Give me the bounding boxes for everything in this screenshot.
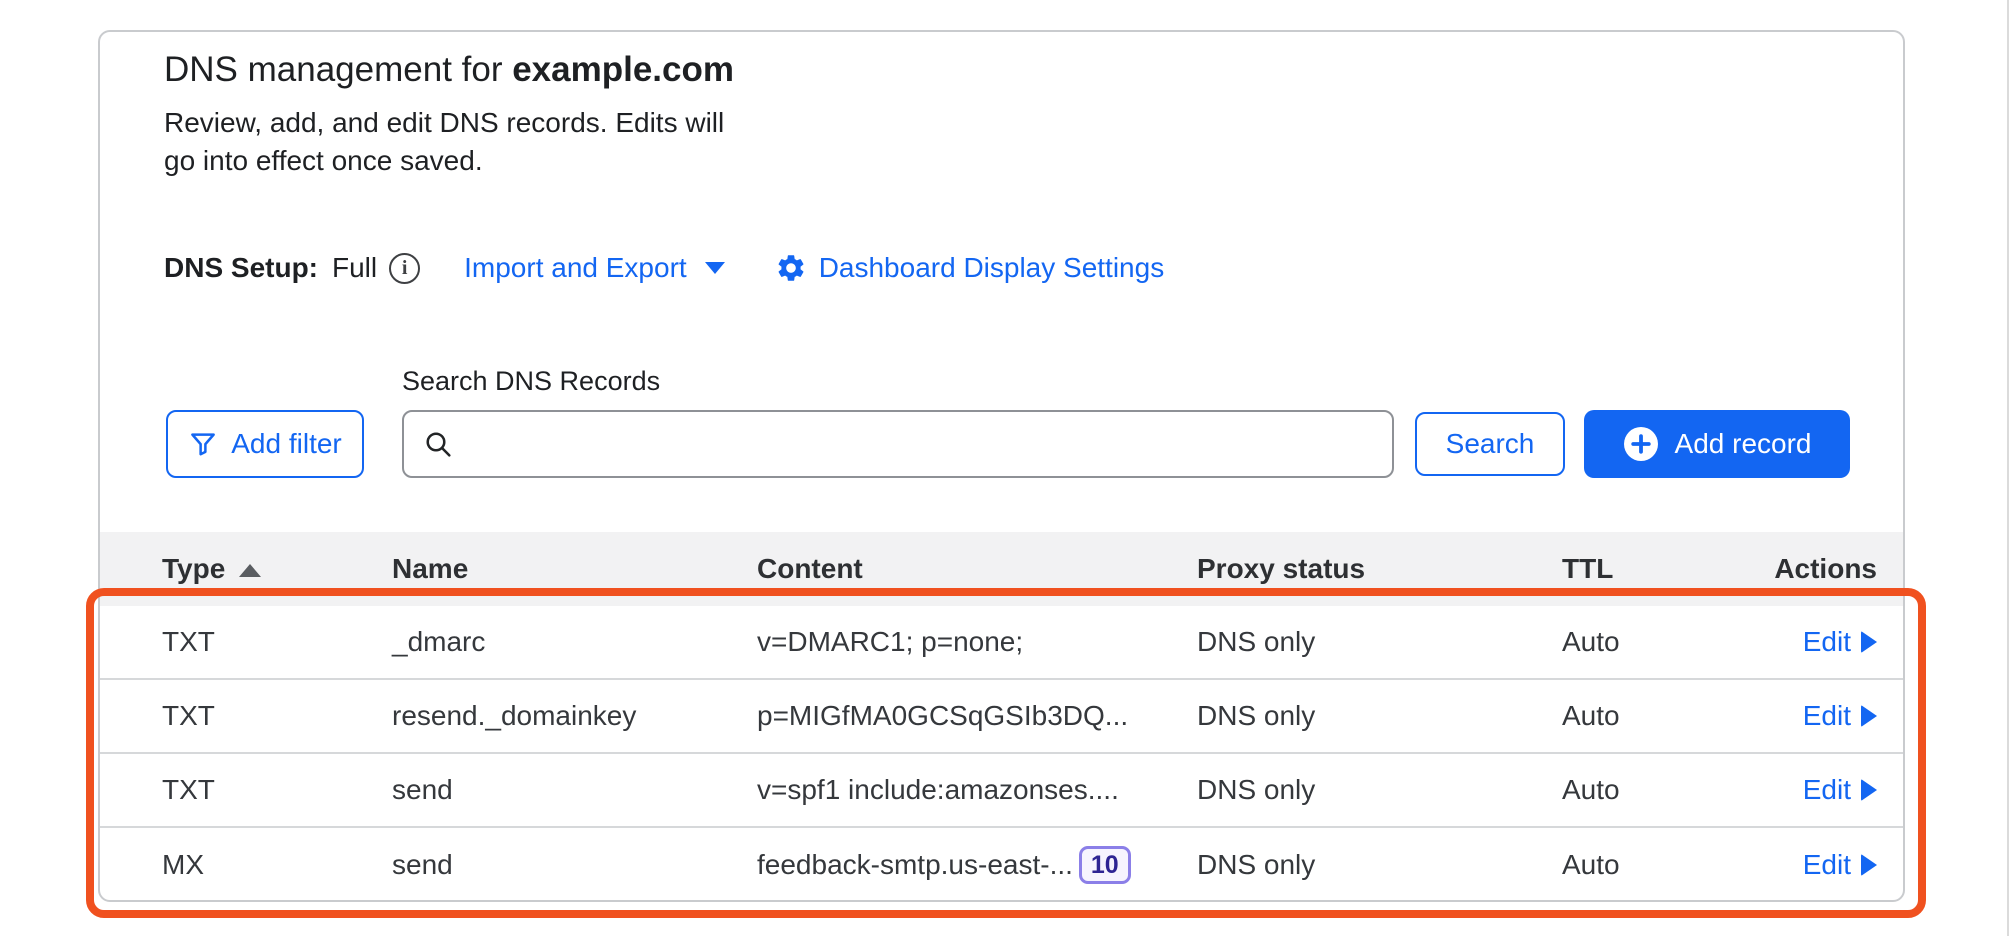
column-header-name: Name (392, 553, 757, 585)
cell-content-text: feedback-smtp.us-east-... (757, 849, 1073, 881)
add-filter-label: Add filter (231, 428, 342, 460)
chevron-right-icon (1861, 631, 1877, 653)
cell-actions: Edit (1760, 774, 1903, 806)
search-records-label: Search DNS Records (402, 366, 660, 397)
table-row: TXT send v=spf1 include:amazonses.... DN… (100, 754, 1903, 828)
page-title: DNS management for example.com (164, 50, 734, 90)
cell-actions: Edit (1760, 849, 1903, 881)
cell-content-text: v=spf1 include:amazonses.... (757, 774, 1119, 806)
cell-content-text: v=DMARC1; p=none; (757, 626, 1023, 658)
cell-type: TXT (100, 626, 392, 658)
cell-type: TXT (100, 774, 392, 806)
cell-content: v=spf1 include:amazonses.... (757, 774, 1197, 806)
column-header-ttl: TTL (1562, 553, 1760, 585)
cell-actions: Edit (1760, 700, 1903, 732)
cell-ttl: Auto (1562, 774, 1760, 806)
table-row: MX send feedback-smtp.us-east-... 10 DNS… (100, 828, 1903, 902)
dashboard-display-settings-link[interactable]: Dashboard Display Settings (775, 252, 1165, 284)
dns-setup-label: DNS Setup: (164, 252, 318, 284)
add-record-button[interactable]: Add record (1584, 410, 1850, 478)
chevron-right-icon (1861, 854, 1877, 876)
cell-actions: Edit (1760, 626, 1903, 658)
page-title-prefix: DNS management for (164, 50, 512, 89)
chevron-right-icon (1861, 779, 1877, 801)
page-edge-divider (2007, 0, 2009, 936)
cell-content-text: p=MIGfMA0GCSqGSIb3DQ... (757, 700, 1128, 732)
edit-record-link[interactable]: Edit (1803, 626, 1877, 658)
edit-record-link[interactable]: Edit (1803, 849, 1877, 881)
table-row: TXT resend._domainkey p=MIGfMA0GCSqGSIb3… (100, 680, 1903, 754)
cell-type: MX (100, 849, 392, 881)
table-body: TXT _dmarc v=DMARC1; p=none; DNS only Au… (100, 606, 1903, 902)
edit-record-label: Edit (1803, 774, 1851, 806)
cell-name: send (392, 849, 757, 881)
cell-ttl: Auto (1562, 626, 1760, 658)
chevron-down-icon (705, 262, 725, 274)
dns-setup-value: Full (332, 252, 377, 284)
sort-ascending-icon (239, 564, 261, 577)
edit-record-link[interactable]: Edit (1803, 774, 1877, 806)
cell-content: feedback-smtp.us-east-... 10 (757, 846, 1197, 884)
funnel-icon (188, 429, 218, 459)
cell-content: p=MIGfMA0GCSqGSIb3DQ... (757, 700, 1197, 732)
edit-record-label: Edit (1803, 626, 1851, 658)
cell-name: resend._domainkey (392, 700, 757, 732)
chevron-right-icon (1861, 705, 1877, 727)
cell-ttl: Auto (1562, 849, 1760, 881)
column-header-content: Content (757, 553, 1197, 585)
add-filter-button[interactable]: Add filter (166, 410, 364, 478)
cell-proxy-status: DNS only (1197, 626, 1562, 658)
dashboard-display-settings-label: Dashboard Display Settings (819, 252, 1165, 284)
cell-content: v=DMARC1; p=none; (757, 626, 1197, 658)
table-controls: Add filter Search Add record (100, 408, 1903, 480)
gear-icon (775, 252, 807, 284)
column-header-actions: Actions (1760, 553, 1903, 585)
cell-proxy-status: DNS only (1197, 774, 1562, 806)
dns-management-card: DNS management for example.com Review, a… (98, 30, 1905, 902)
add-record-label: Add record (1675, 428, 1812, 460)
column-header-type[interactable]: Type (100, 553, 392, 585)
search-field[interactable] (402, 410, 1394, 478)
cell-name: send (392, 774, 757, 806)
column-header-type-label: Type (162, 553, 225, 585)
edit-record-link[interactable]: Edit (1803, 700, 1877, 732)
import-export-label: Import and Export (464, 252, 687, 284)
dns-records-table: Type Name Content Proxy status TTL Actio… (100, 532, 1903, 902)
edit-record-label: Edit (1803, 849, 1851, 881)
search-button[interactable]: Search (1415, 412, 1565, 476)
priority-badge: 10 (1079, 846, 1131, 884)
cell-name: _dmarc (392, 626, 757, 658)
page-subtitle: Review, add, and edit DNS records. Edits… (164, 104, 764, 180)
column-header-proxy-status: Proxy status (1197, 553, 1562, 585)
info-icon[interactable]: i (389, 253, 420, 284)
cell-proxy-status: DNS only (1197, 849, 1562, 881)
page-title-domain: example.com (512, 50, 734, 89)
dns-management-page: DNS management for example.com Review, a… (0, 0, 2012, 936)
edit-record-label: Edit (1803, 700, 1851, 732)
search-icon (422, 428, 454, 460)
import-export-link[interactable]: Import and Export (464, 252, 725, 284)
table-header: Type Name Content Proxy status TTL Actio… (100, 532, 1903, 606)
plus-circle-icon (1623, 426, 1659, 462)
cell-proxy-status: DNS only (1197, 700, 1562, 732)
dns-setup-row: DNS Setup: Full i Import and Export Dash… (164, 246, 1164, 290)
cell-type: TXT (100, 700, 392, 732)
search-input[interactable] (466, 412, 1374, 476)
cell-ttl: Auto (1562, 700, 1760, 732)
table-row: TXT _dmarc v=DMARC1; p=none; DNS only Au… (100, 606, 1903, 680)
